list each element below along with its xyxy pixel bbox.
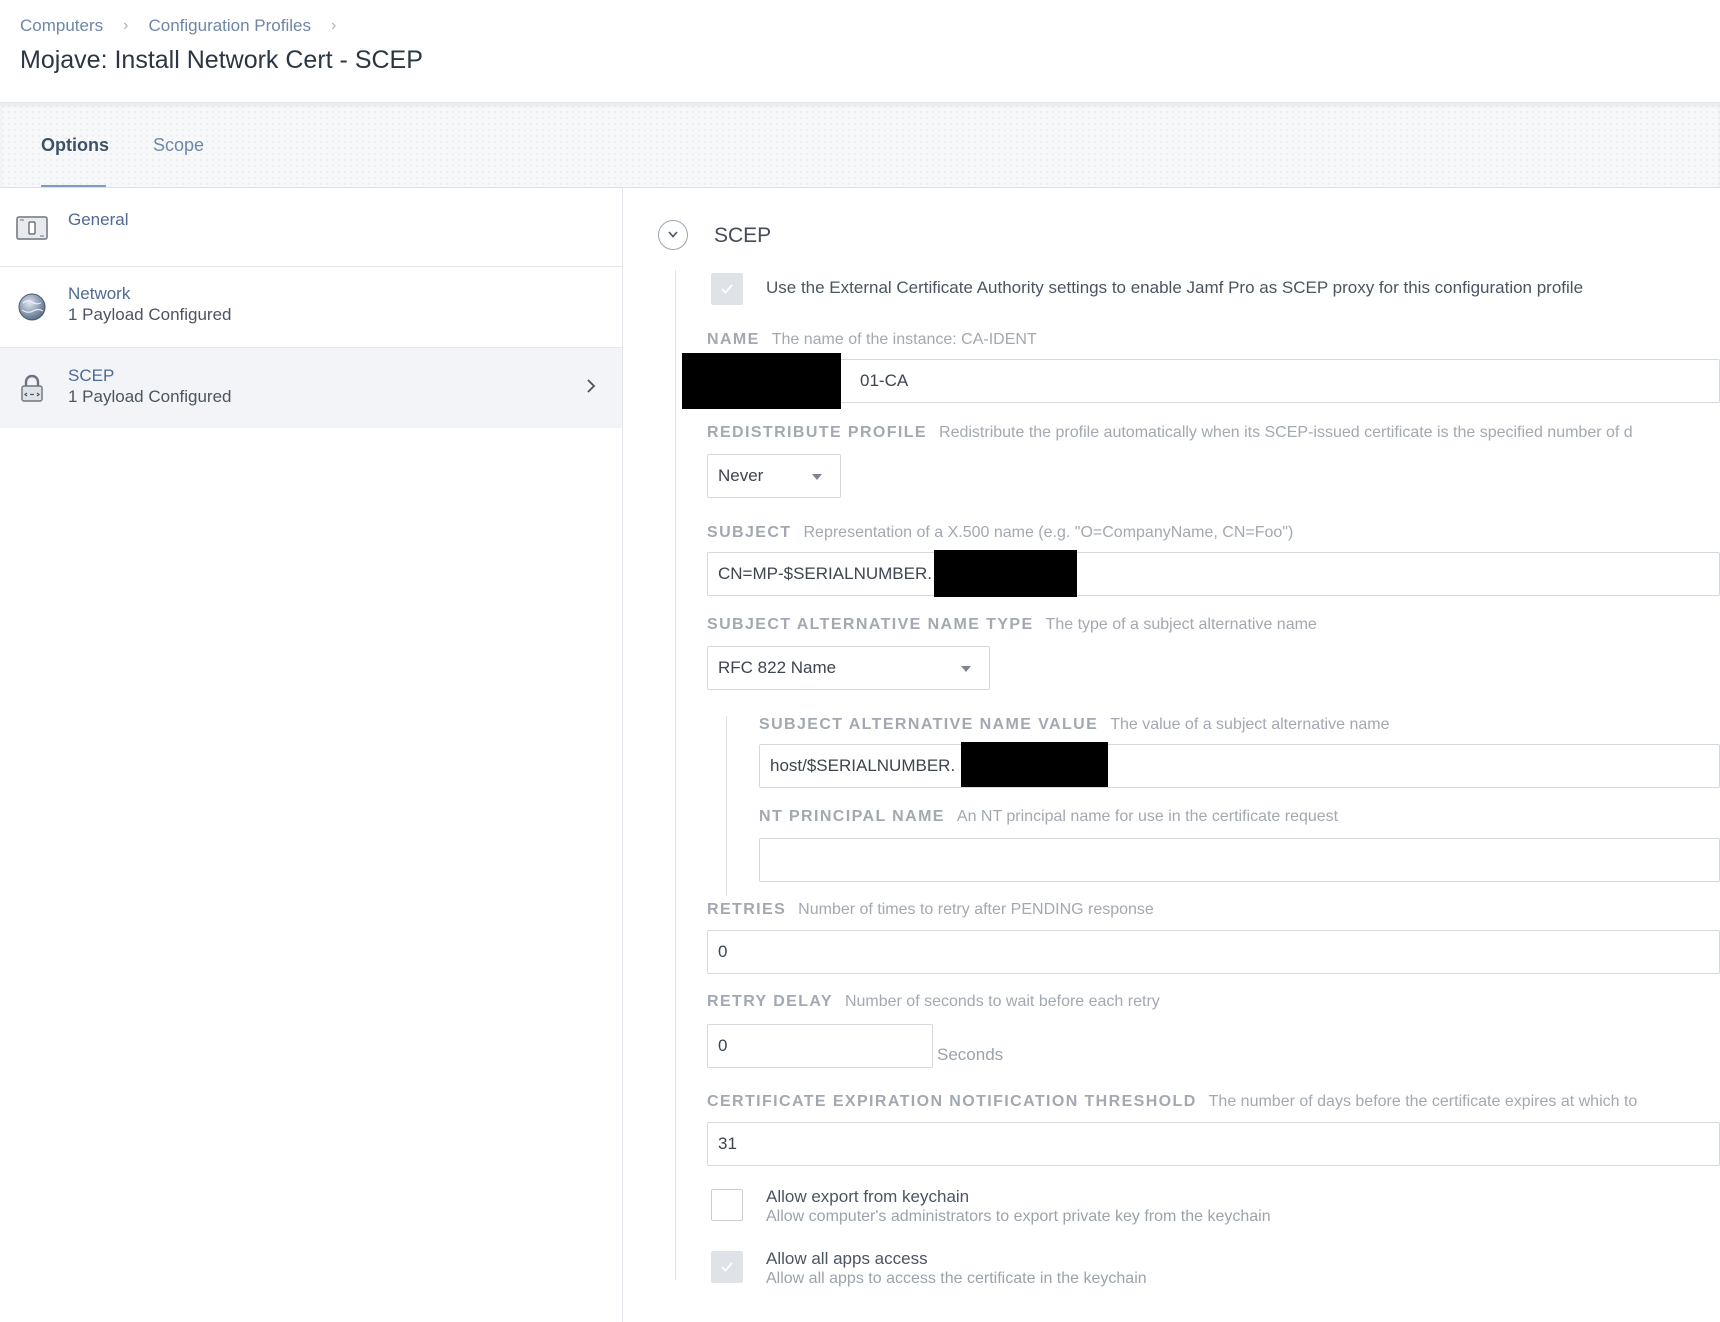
field-description: The number of days before the certificat…	[1208, 1093, 1638, 1110]
field-description: An NT principal name for use in the cert…	[956, 808, 1339, 825]
select-value: RFC 822 Name	[718, 658, 837, 677]
breadcrumb-separator-icon: ›	[331, 17, 337, 34]
san-type-select[interactable]: RFC 822 Name	[707, 646, 990, 690]
san-value-field-label: SUBJECT ALTERNATIVE NAME VALUE The value …	[759, 716, 1389, 734]
field-key: RETRIES	[707, 901, 787, 918]
redaction-block	[934, 550, 1077, 597]
allow-export-description: Allow computer's administrators to expor…	[766, 1208, 1271, 1225]
nt-principal-input[interactable]	[759, 838, 1720, 882]
field-key: REDISTRIBUTE PROFILE	[707, 424, 928, 441]
field-description: Number of seconds to wait before each re…	[844, 993, 1160, 1010]
redaction-block	[682, 353, 841, 409]
dropdown-caret-icon	[961, 666, 971, 672]
cert-expiration-field-label: CERTIFICATE EXPIRATION NOTIFICATION THRE…	[707, 1093, 1637, 1111]
field-key: CERTIFICATE EXPIRATION NOTIFICATION THRE…	[707, 1093, 1197, 1110]
external-ca-label: Use the External Certificate Authority s…	[766, 278, 1584, 297]
sidebar-item-label: SCEP	[68, 366, 115, 385]
sidebar-item-label: Network	[68, 284, 131, 303]
sidebar-item-network[interactable]: Network 1 Payload Configured	[0, 267, 622, 348]
field-description: The type of a subject alternative name	[1045, 616, 1317, 633]
field-description: The name of the instance: CA-IDENT	[771, 331, 1037, 348]
page-header: Computers › Configuration Profiles › Moj…	[0, 0, 1720, 103]
field-key: SUBJECT ALTERNATIVE NAME VALUE	[759, 716, 1099, 733]
nested-field-divider	[726, 716, 727, 896]
sidebar-item-sublabel: 1 Payload Configured	[68, 305, 232, 324]
padlock-icon	[21, 374, 43, 402]
field-description: The value of a subject alternative name	[1110, 716, 1390, 733]
page-title: Mojave: Install Network Cert - SCEP	[20, 46, 423, 74]
field-key: SUBJECT ALTERNATIVE NAME TYPE	[707, 616, 1034, 633]
sidebar-item-sublabel: 1 Payload Configured	[68, 387, 232, 406]
chevron-right-icon	[587, 379, 596, 393]
select-value: Never	[718, 466, 764, 485]
external-ca-checkbox[interactable]	[711, 273, 743, 305]
field-key: RETRY DELAY	[707, 993, 833, 1010]
redaction-block	[961, 742, 1108, 787]
retries-input[interactable]: 0	[707, 930, 1720, 974]
checkmark-icon	[721, 1262, 733, 1272]
subject-field-label: SUBJECT Representation of a X.500 name (e…	[707, 524, 1293, 542]
redistribute-field-label: REDISTRIBUTE PROFILE Redistribute the pro…	[707, 424, 1633, 442]
tab-bar: Options Scope	[0, 103, 1720, 188]
subject-input[interactable]: CN=MP-$SERIALNUMBER.	[707, 552, 1720, 596]
redistribute-select[interactable]: Never	[707, 454, 841, 498]
section-divider	[675, 270, 676, 1280]
breadcrumb-separator-icon: ›	[123, 17, 129, 34]
breadcrumb-configuration-profiles[interactable]: Configuration Profiles	[148, 16, 311, 36]
cert-expiration-input[interactable]: 31	[707, 1122, 1720, 1166]
allow-all-apps-description: Allow all apps to access the certificate…	[766, 1270, 1147, 1287]
chevron-down-icon	[668, 231, 678, 238]
collapse-section-button[interactable]	[658, 220, 688, 250]
tab-options[interactable]: Options	[41, 135, 109, 156]
retries-field-label: RETRIES Number of times to retry after PE…	[707, 901, 1154, 919]
field-key: SUBJECT	[707, 524, 792, 541]
allow-all-apps-checkbox[interactable]	[711, 1251, 743, 1283]
sidebar-item-label: General	[68, 210, 129, 229]
field-key: NT PRINCIPAL NAME	[759, 808, 945, 825]
dropdown-caret-icon	[812, 474, 822, 480]
allow-export-label: Allow export from keychain	[766, 1187, 970, 1206]
field-description: Number of times to retry after PENDING r…	[798, 901, 1154, 918]
field-description: Redistribute the profile automatically w…	[939, 424, 1633, 441]
active-tab-indicator	[41, 185, 106, 187]
name-field-label: NAME The name of the instance: CA-IDENT	[707, 331, 1037, 349]
retry-delay-input[interactable]: 0	[707, 1024, 933, 1068]
field-key: NAME	[707, 331, 760, 348]
breadcrumb: Computers › Configuration Profiles ›	[20, 16, 356, 36]
tab-scope[interactable]: Scope	[153, 135, 204, 156]
allow-all-apps-label: Allow all apps access	[766, 1249, 928, 1268]
scep-payload-pane: SCEP Use the External Certificate Author…	[623, 188, 1720, 1322]
switch-icon	[16, 216, 48, 240]
san-type-field-label: SUBJECT ALTERNATIVE NAME TYPE The type of…	[707, 616, 1317, 634]
checkmark-icon	[721, 284, 733, 294]
sidebar-item-general[interactable]: General	[0, 188, 622, 267]
field-description: Representation of a X.500 name (e.g. "O=…	[803, 524, 1294, 541]
allow-export-checkbox[interactable]	[711, 1189, 743, 1221]
sidebar-item-scep[interactable]: SCEP 1 Payload Configured	[0, 348, 622, 428]
globe-icon	[18, 293, 46, 321]
name-input[interactable]: 01-CA	[707, 359, 1720, 403]
payload-sidebar: General Network 1 Payload Configured SCE…	[0, 188, 623, 1322]
retry-delay-unit: Seconds	[937, 1045, 1004, 1064]
retry-delay-field-label: RETRY DELAY Number of seconds to wait bef…	[707, 993, 1160, 1011]
san-value-input[interactable]: host/$SERIALNUMBER.	[759, 744, 1720, 788]
nt-principal-field-label: NT PRINCIPAL NAME An NT principal name fo…	[759, 808, 1338, 826]
breadcrumb-computers[interactable]: Computers	[20, 16, 103, 36]
section-title: SCEP	[714, 224, 772, 247]
